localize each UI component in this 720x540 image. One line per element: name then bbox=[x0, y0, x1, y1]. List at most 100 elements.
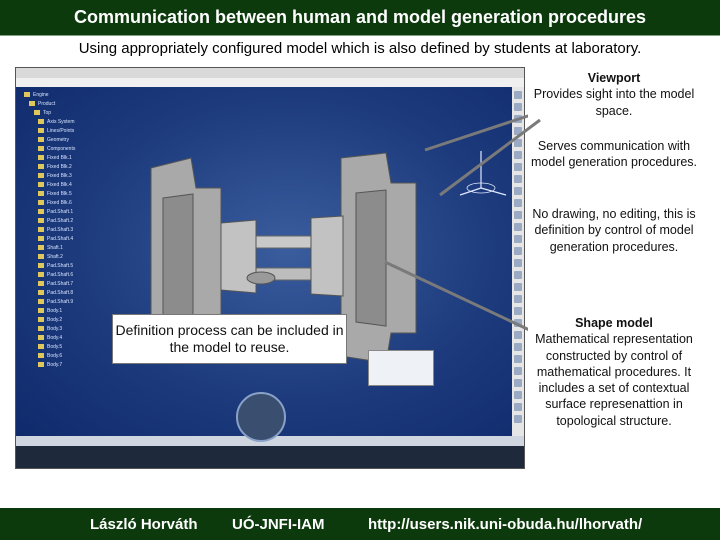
toolbar-button-icon[interactable] bbox=[514, 175, 522, 183]
tree-item-label: Top bbox=[43, 109, 52, 116]
serves-callout: Serves communication with model generati… bbox=[528, 138, 700, 171]
tree-item-label: Components bbox=[47, 145, 76, 152]
part-icon bbox=[38, 200, 44, 205]
viewport-callout-text: Provides sight into the model space. bbox=[533, 87, 695, 118]
tree-item-label: Pad.Shaft.2 bbox=[47, 217, 74, 224]
part-icon bbox=[24, 92, 30, 97]
toolbar-button-icon[interactable] bbox=[514, 343, 522, 351]
tree-item-label: Fixed Blk.2 bbox=[47, 163, 72, 170]
footer-url[interactable]: http://users.nik.uni-obuda.hu/lhorvath/ bbox=[368, 516, 642, 533]
navigation-wheel-icon[interactable] bbox=[236, 392, 286, 442]
toolbar-button-icon[interactable] bbox=[514, 151, 522, 159]
toolbar-button-icon[interactable] bbox=[514, 115, 522, 123]
part-icon bbox=[38, 182, 44, 187]
slide-title: Communication between human and model ge… bbox=[0, 0, 720, 36]
no-drawing-callout: No drawing, no editing, this is definiti… bbox=[528, 206, 700, 255]
toolbar-button-icon[interactable] bbox=[514, 127, 522, 135]
tree-item-label: Body.5 bbox=[47, 343, 63, 350]
capture-dialog[interactable] bbox=[368, 350, 434, 386]
toolbar-button-icon[interactable] bbox=[514, 295, 522, 303]
part-icon bbox=[34, 110, 40, 115]
tree-item[interactable]: Axis System bbox=[24, 117, 134, 126]
toolbar-button-icon[interactable] bbox=[514, 415, 522, 423]
tree-item[interactable]: Top bbox=[24, 108, 134, 117]
toolbar-button-icon[interactable] bbox=[514, 103, 522, 111]
toolbar-button-icon[interactable] bbox=[514, 91, 522, 99]
slide-subtitle: Using appropriately configured model whi… bbox=[78, 40, 642, 57]
toolbar-button-icon[interactable] bbox=[514, 199, 522, 207]
part-icon bbox=[38, 128, 44, 133]
part-icon bbox=[38, 326, 44, 331]
tree-item-label: Shaft.1 bbox=[47, 244, 63, 251]
tree-item-label: Body.1 bbox=[47, 307, 63, 314]
tree-item-label: Lines/Points bbox=[47, 127, 75, 134]
tree-item-label: Fixed Blk.5 bbox=[47, 190, 72, 197]
toolbar-button-icon[interactable] bbox=[514, 163, 522, 171]
tree-item-label: Pad.Shaft.6 bbox=[47, 271, 74, 278]
part-icon bbox=[29, 101, 35, 106]
shape-model-text: Mathematical representation constructed … bbox=[535, 332, 693, 428]
part-icon bbox=[38, 272, 44, 277]
tree-item-label: Pad.Shaft.1 bbox=[47, 208, 74, 215]
part-icon bbox=[38, 236, 44, 241]
tree-item-label: Pad.Shaft.3 bbox=[47, 226, 74, 233]
tree-item-label: Geometry bbox=[47, 136, 69, 143]
toolbar-button-icon[interactable] bbox=[514, 223, 522, 231]
part-icon bbox=[38, 281, 44, 286]
toolbar-button-icon[interactable] bbox=[514, 355, 522, 363]
tree-item[interactable]: Product bbox=[24, 99, 134, 108]
toolbar-button-icon[interactable] bbox=[514, 247, 522, 255]
toolbar-button-icon[interactable] bbox=[514, 259, 522, 267]
part-icon bbox=[38, 218, 44, 223]
tree-item-label: Product bbox=[38, 100, 56, 107]
right-toolbar bbox=[512, 87, 524, 446]
part-icon bbox=[38, 245, 44, 250]
toolbar-button-icon[interactable] bbox=[514, 211, 522, 219]
tree-item-label: Fixed Blk.1 bbox=[47, 154, 72, 161]
toolbar-button-icon[interactable] bbox=[514, 391, 522, 399]
toolbar-button-icon[interactable] bbox=[514, 367, 522, 375]
definition-note: Definition process can be included in th… bbox=[112, 314, 347, 364]
part-icon bbox=[38, 155, 44, 160]
shape-model-callout: Shape model Mathematical representation … bbox=[528, 315, 700, 429]
tree-item-label: Axis System bbox=[47, 118, 75, 125]
part-icon bbox=[38, 308, 44, 313]
viewport-callout-title: Viewport bbox=[587, 71, 641, 85]
toolbar-button-icon[interactable] bbox=[514, 187, 522, 195]
footer: László Horváth UÓ-JNFI-IAM http://users.… bbox=[0, 508, 720, 540]
footer-institute: UÓ-JNFI-IAM bbox=[232, 515, 325, 533]
tree-item-label: Pad.Shaft.9 bbox=[47, 298, 74, 305]
toolbar-button-icon[interactable] bbox=[514, 331, 522, 339]
part-icon bbox=[38, 227, 44, 232]
toolbar-button-icon[interactable] bbox=[514, 319, 522, 327]
tree-item[interactable]: Engine bbox=[24, 90, 134, 99]
tree-item-label: Body.3 bbox=[47, 325, 63, 332]
tree-item-label: Engine bbox=[33, 91, 49, 98]
os-taskbar bbox=[16, 446, 524, 468]
toolbar-button-icon[interactable] bbox=[514, 271, 522, 279]
toolbar-button-icon[interactable] bbox=[514, 235, 522, 243]
part-icon bbox=[38, 164, 44, 169]
part-icon bbox=[38, 344, 44, 349]
app-menubar bbox=[16, 78, 524, 87]
part-icon bbox=[38, 119, 44, 124]
compass-icon[interactable] bbox=[456, 143, 511, 203]
part-icon bbox=[38, 362, 44, 367]
toolbar-button-icon[interactable] bbox=[514, 403, 522, 411]
part-icon bbox=[38, 335, 44, 340]
app-titlebar bbox=[16, 68, 524, 78]
part-icon bbox=[38, 263, 44, 268]
viewport-callout: Viewport Provides sight into the model s… bbox=[528, 70, 700, 119]
toolbar-button-icon[interactable] bbox=[514, 139, 522, 147]
tree-item-label: Pad.Shaft.8 bbox=[47, 289, 74, 296]
toolbar-button-icon[interactable] bbox=[514, 379, 522, 387]
toolbar-button-icon[interactable] bbox=[514, 307, 522, 315]
tree-item-label: Fixed Blk.6 bbox=[47, 199, 72, 206]
shape-model-title: Shape model bbox=[575, 316, 653, 330]
part-icon bbox=[38, 254, 44, 259]
tree-item-label: Shaft.2 bbox=[47, 253, 63, 260]
toolbar-button-icon[interactable] bbox=[514, 283, 522, 291]
part-icon bbox=[38, 209, 44, 214]
part-icon bbox=[38, 173, 44, 178]
part-icon bbox=[38, 191, 44, 196]
